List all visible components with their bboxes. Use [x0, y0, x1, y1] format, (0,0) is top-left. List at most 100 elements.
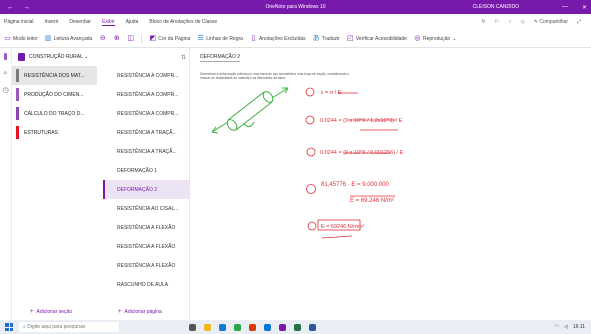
equation-ink: [305, 87, 398, 239]
page-color-button[interactable]: ◩ Cor da Página: [149, 35, 190, 42]
reader-mode-button[interactable]: ▭ Modo leitor: [4, 35, 38, 42]
window-controls: — ✕: [562, 4, 587, 11]
sort-pages-icon[interactable]: ⇅: [181, 54, 186, 61]
notebook-icon: [18, 53, 25, 61]
notebooks-icon[interactable]: ⫼: [4, 54, 7, 62]
equation-line-4: 81,45776 · E = 9.000.000: [321, 182, 390, 188]
section-item[interactable]: RESISTÊNCIA DOS MAT...: [12, 66, 97, 85]
add-page-button[interactable]: + Adicionar página: [118, 306, 162, 318]
share-label: Compartilhar: [539, 19, 568, 25]
reader-mode-label: Modo leitor: [13, 35, 38, 42]
search-icon[interactable]: ⌕: [4, 70, 8, 78]
forward-arrow-icon[interactable]: →: [23, 4, 30, 11]
equation-text: ε = σ / E 0,0244 = (9 x 10^6 / 1,2x10^3)…: [320, 90, 403, 230]
section-item[interactable]: CÁLCULO DO TRAÇO D...: [12, 104, 97, 123]
word-icon[interactable]: [309, 323, 316, 331]
chrome-icon[interactable]: [234, 323, 241, 331]
zoom-100-button[interactable]: ◫: [127, 35, 134, 42]
section-color-tab: [16, 107, 19, 120]
immersive-reader-button[interactable]: ▥ Leitura Avançada: [44, 35, 93, 42]
section-label: PRODUÇÃO DO CIMEN...: [24, 91, 84, 98]
expand-icon[interactable]: ⤢: [577, 19, 581, 25]
ribbon-tabs: Página inicial Inserir Desenhar Exibir A…: [0, 14, 591, 30]
zoom-in-icon: ⊕: [113, 35, 120, 42]
user-account[interactable]: CLEISON CANDIDO: [473, 4, 519, 10]
rule-lines-button[interactable]: ☰ Linhas de Regra: [197, 35, 243, 42]
accessibility-icon: ◰: [347, 35, 354, 42]
tab-draw[interactable]: Desenhar: [69, 19, 91, 25]
page-item[interactable]: RESISTÊNCIA A COMPR...: [103, 66, 189, 85]
activity-icon[interactable]: ⚐: [495, 19, 499, 25]
page-item[interactable]: DEFORMAÇÃO 1: [103, 161, 189, 180]
deleted-notes-button[interactable]: ▯ Anotações Excluídas: [250, 35, 306, 42]
wifi-icon[interactable]: ◠: [555, 324, 559, 330]
notifications-icon[interactable]: ◇: [521, 19, 525, 25]
immersive-reader-label: Leitura Avançada: [53, 35, 93, 42]
back-arrow-icon[interactable]: ←: [7, 4, 14, 11]
clock-time[interactable]: 16:11: [573, 324, 585, 330]
left-rail: ⫼ ⌕ ◷: [0, 48, 12, 320]
page-item[interactable]: RESISTÊNCIA A FLEXÃO: [103, 256, 189, 275]
section-item[interactable]: ESTRUTURAS: [12, 123, 97, 142]
page-icon: ▭: [4, 35, 11, 42]
zoom-in-button[interactable]: ⊕: [113, 35, 120, 42]
translate-button[interactable]: あ Traduzir: [313, 35, 340, 42]
tab-home[interactable]: Página inicial: [4, 19, 33, 25]
page-color-label: Cor da Página: [158, 35, 191, 42]
office-icon[interactable]: [249, 323, 256, 331]
equation-line-6: E = 69246 N/mm²: [321, 224, 364, 230]
playback-icon: ◎: [414, 35, 421, 42]
plus-icon: +: [118, 309, 122, 315]
playback-label: Reprodução: [422, 35, 451, 42]
tab-view[interactable]: Exibir: [102, 19, 115, 26]
taskbar-apps: [189, 323, 316, 331]
section-color-tab: [16, 88, 19, 101]
ink-drawing[interactable]: ε = σ / E 0,0244 = (9 x 10^6 / 1,2x10^3)…: [190, 48, 591, 320]
tab-help[interactable]: Ajuda: [126, 19, 139, 25]
mail-icon[interactable]: [264, 323, 271, 331]
sync-icon[interactable]: ↻: [481, 19, 485, 25]
page-item[interactable]: RESISTÊNCIA A TRAÇÃ...: [103, 142, 189, 161]
minimize-icon[interactable]: —: [562, 4, 568, 11]
notebook-selector[interactable]: CONSTRUÇÃO RURAL ⌄ ⇅: [12, 48, 190, 66]
section-label: CÁLCULO DO TRAÇO D...: [24, 110, 85, 117]
volume-icon[interactable]: ◁: [564, 324, 568, 330]
playback-button[interactable]: ◎ Reprodução ⌄: [414, 35, 456, 42]
file-explorer-icon[interactable]: [204, 323, 211, 331]
page-item[interactable]: RASCUNHO DE AULA: [103, 275, 189, 294]
page-list: RESISTÊNCIA A COMPR... RESISTÊNCIA A COM…: [103, 66, 189, 288]
zoom-out-button[interactable]: ⊖: [99, 35, 106, 42]
share-button[interactable]: ✎ Compartilhar: [534, 19, 568, 25]
onenote-taskbar-icon[interactable]: [279, 323, 286, 331]
edge-icon[interactable]: [219, 323, 226, 331]
tab-class-notebook[interactable]: Bloco de Anotações de Classe: [149, 19, 217, 25]
section-color-tab: [16, 126, 19, 139]
excel-icon[interactable]: [294, 323, 301, 331]
tab-insert[interactable]: Inserir: [44, 19, 58, 25]
taskbar-search-placeholder: Digite aqui para pesquisar: [27, 324, 86, 330]
page-item[interactable]: RESISTÊNCIA A COMPR...: [103, 85, 189, 104]
page-item[interactable]: RESISTÊNCIA A COMPR...: [103, 104, 189, 123]
close-icon[interactable]: ✕: [582, 4, 587, 11]
page-item-selected[interactable]: DEFORMAÇÃO 2: [103, 180, 189, 199]
plus-icon: +: [30, 309, 34, 315]
tips-icon[interactable]: ♀: [508, 19, 512, 25]
accessibility-button[interactable]: ◰ Verificar Acessibilidade: [347, 35, 407, 42]
note-canvas[interactable]: DEFORMAÇÃO 2 Determinar a deformação sof…: [190, 48, 591, 320]
page-item[interactable]: RESISTÊNCIA A FLEXÃO: [103, 237, 189, 256]
system-tray: ◠ ◁ 16:11: [555, 324, 585, 330]
section-label: RESISTÊNCIA DOS MAT...: [24, 72, 85, 79]
taskbar-search-box[interactable]: ⌕ Digite aqui para pesquisar: [19, 322, 119, 332]
page-item[interactable]: RESISTÊNCIA A FLEXÃO: [103, 218, 189, 237]
add-section-button[interactable]: + Adicionar seção: [30, 306, 72, 318]
book-icon: ▥: [44, 35, 52, 42]
page-item[interactable]: RESISTÊNCIA A TRAÇÃ...: [103, 123, 189, 142]
section-item[interactable]: PRODUÇÃO DO CIMEN...: [12, 85, 97, 104]
windows-taskbar: ⌕ Digite aqui para pesquisar ◠ ◁ 16:11: [0, 320, 591, 334]
section-list: RESISTÊNCIA DOS MAT... PRODUÇÃO DO CIMEN…: [12, 66, 97, 286]
task-view-icon[interactable]: [189, 323, 196, 331]
windows-start-icon[interactable]: [5, 323, 13, 331]
recent-icon[interactable]: ◷: [2, 86, 8, 94]
page-item[interactable]: RESISTÊNCIA AO CISAL...: [103, 199, 189, 218]
menu-right-actions: ↻ ⚐ ♀ ◇ ✎ Compartilhar ⤢: [481, 19, 581, 25]
